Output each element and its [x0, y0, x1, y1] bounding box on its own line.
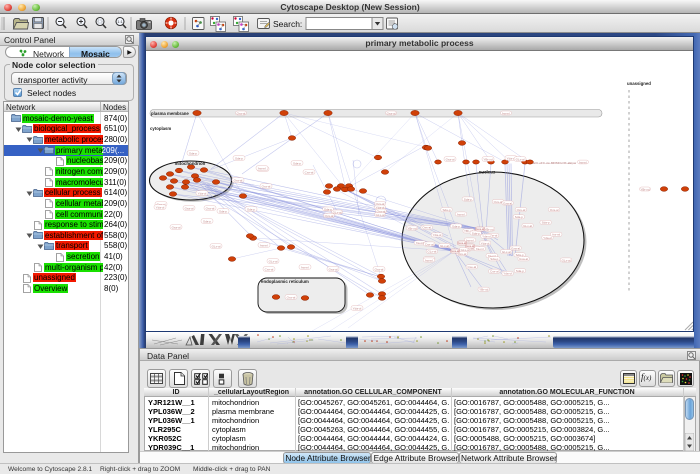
svg-text:YBr-xd: YBr-xd	[640, 187, 650, 191]
svg-text:fra-ml: fra-ml	[416, 241, 424, 245]
svg-text:Oxs-al: Oxs-al	[234, 178, 243, 182]
svg-text:Sda-p: Sda-p	[189, 151, 197, 155]
svg-text:Oxs-al: Oxs-al	[375, 267, 384, 271]
svg-text:fra-ml: fra-ml	[301, 265, 309, 269]
svg-text:Sda-p: Sda-p	[472, 231, 480, 235]
svg-text:Sda-p: Sda-p	[542, 221, 550, 225]
svg-text:Yda-ol: Yda-ol	[482, 235, 491, 239]
svg-text:Gxa-al: Gxa-al	[172, 225, 181, 229]
svg-text:fra-ml: fra-ml	[258, 166, 266, 170]
svg-text:Gxa-al: Gxa-al	[458, 241, 467, 245]
svg-text:cytoplasm: cytoplasm	[150, 126, 171, 131]
svg-text:fra-ml: fra-ml	[457, 212, 465, 216]
svg-text:Oxs-al: Oxs-al	[517, 208, 526, 212]
svg-text:Gxa-al: Gxa-al	[446, 157, 455, 161]
svg-text:endoplasmic reticulum: endoplasmic reticulum	[261, 279, 309, 284]
svg-text:YBr-xd: YBr-xd	[479, 288, 489, 292]
svg-text:YBr-xd: YBr-xd	[483, 157, 493, 161]
svg-text:plasma membrane: plasma membrane	[151, 111, 189, 116]
svg-text:Sda-p: Sda-p	[324, 207, 332, 211]
svg-text:Cxe-al: Cxe-al	[467, 265, 476, 269]
svg-text:fra-ml: fra-ml	[466, 238, 474, 242]
svg-text:Cxe-al: Cxe-al	[305, 170, 314, 174]
svg-text:Sda-p: Sda-p	[490, 257, 498, 261]
svg-text:GLx-al: GLx-al	[427, 250, 436, 254]
svg-text:Gxa-al: Gxa-al	[387, 111, 396, 115]
svg-text:Oxs-al: Oxs-al	[206, 206, 215, 210]
svg-text:Yda-ol: Yda-ol	[503, 272, 512, 276]
svg-text:Gxa-al: Gxa-al	[476, 227, 485, 231]
svg-text:Sda-p: Sda-p	[442, 208, 450, 212]
svg-text:fra-ml: fra-ml	[579, 160, 587, 164]
svg-text:fra-ml: fra-ml	[260, 243, 268, 247]
svg-text:Yda-ol: Yda-ol	[198, 191, 207, 195]
svg-text:Cxe-al: Cxe-al	[490, 270, 499, 274]
svg-text:Yda-ol: Yda-ol	[543, 236, 552, 240]
svg-text:GLx-al: GLx-al	[502, 250, 511, 254]
svg-text:Oxs-al: Oxs-al	[237, 111, 246, 115]
svg-text:Yda-ol: Yda-ol	[433, 233, 442, 237]
svg-text:fra-ml: fra-ml	[425, 258, 433, 262]
svg-text:Sda-p: Sda-p	[247, 207, 255, 211]
svg-text:GLx-al: GLx-al	[269, 259, 278, 263]
svg-text:Yda-ol: Yda-ol	[353, 306, 362, 310]
svg-text:fra-ml: fra-ml	[552, 233, 560, 237]
svg-text:Sda-p: Sda-p	[219, 209, 227, 213]
svg-text:GLx-al: GLx-al	[516, 157, 525, 161]
svg-text:Yda-ol: Yda-ol	[156, 205, 165, 209]
svg-text:nucleus: nucleus	[479, 170, 496, 175]
svg-text:Sda-p: Sda-p	[464, 197, 472, 201]
svg-text:Sda-p: Sda-p	[515, 215, 523, 219]
svg-text:Oxs-al: Oxs-al	[550, 208, 559, 212]
svg-text:GLx-al: GLx-al	[212, 244, 221, 248]
svg-text:Gxa-al: Gxa-al	[329, 267, 338, 271]
svg-text:Sda-p: Sda-p	[235, 156, 243, 160]
svg-text:Yda-ol: Yda-ol	[481, 241, 490, 245]
svg-text:unassigned: unassigned	[627, 81, 651, 86]
svg-text:Cxe-al: Cxe-al	[425, 242, 434, 246]
svg-text:1:1: 1:1	[117, 19, 123, 24]
svg-text:Gxa-al: Gxa-al	[519, 257, 528, 261]
svg-text:Gxa-al: Gxa-al	[466, 244, 475, 248]
svg-text:Oxs-al: Oxs-al	[262, 184, 271, 188]
svg-text:Gxa-al: Gxa-al	[503, 201, 512, 205]
svg-text:GLx-al: GLx-al	[523, 224, 532, 228]
svg-text:Sda-p: Sda-p	[203, 219, 211, 223]
svg-text:wrC-oFC-ow-MFIMCLOK-aE(ow: wrC-oFC-ow-MFIMCLOK-aE(ow	[533, 161, 577, 165]
svg-text:Gxa-al: Gxa-al	[451, 249, 460, 253]
svg-text:Oxs-al: Oxs-al	[287, 295, 296, 299]
svg-text:fra-ml: fra-ml	[476, 247, 484, 251]
svg-text:fra-ml: fra-ml	[502, 111, 510, 115]
svg-text:Cxe-al: Cxe-al	[265, 267, 274, 271]
svg-text:GLx-al: GLx-al	[440, 244, 449, 248]
svg-text:GLx-al: GLx-al	[376, 213, 385, 217]
svg-text:Sda-p: Sda-p	[516, 269, 524, 273]
svg-text:Oxs-al: Oxs-al	[422, 226, 431, 230]
svg-text:Sda-p: Sda-p	[452, 224, 460, 228]
svg-text:Oxs-al: Oxs-al	[494, 200, 503, 204]
svg-text:mitochondrion: mitochondrion	[175, 161, 206, 166]
svg-text:Gxa-al: Gxa-al	[511, 246, 520, 250]
svg-text:YBr-xd: YBr-xd	[484, 227, 494, 231]
svg-text:Gxa-al: Gxa-al	[185, 206, 194, 210]
svg-text:Search:: Search:	[273, 19, 302, 29]
svg-text:Sda-p: Sda-p	[293, 161, 301, 165]
svg-text:Oxs-al: Oxs-al	[325, 214, 334, 218]
svg-text:GLx-al: GLx-al	[562, 258, 571, 262]
svg-text:YBr-xd: YBr-xd	[407, 226, 417, 230]
